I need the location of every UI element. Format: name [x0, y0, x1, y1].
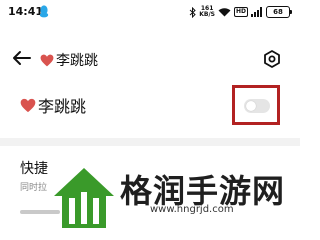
page-title-text: 李跳跳: [56, 53, 98, 69]
heart-icon: [20, 98, 36, 112]
contact-name-text: 李跳跳: [38, 97, 87, 116]
wifi-icon: [218, 8, 231, 17]
toggle-knob: [246, 101, 256, 111]
bluetooth-icon: [189, 6, 196, 18]
page-title: 李跳跳: [40, 50, 98, 70]
signal-icon: [251, 7, 262, 17]
shortcut-section-title: 快捷: [20, 161, 48, 177]
heart-icon: [40, 54, 54, 66]
gear-icon[interactable]: [262, 49, 282, 69]
highlight-annotation: [232, 85, 280, 125]
shortcut-section-subtitle: 同时拉: [20, 183, 48, 193]
watermark-logo-icon: [54, 168, 114, 228]
watermark-url: www.hngrjd.com: [150, 204, 234, 215]
network-speed: 161 KB/S: [199, 6, 215, 18]
status-icons: 161 KB/S HD 68: [189, 5, 292, 19]
section-divider: [0, 138, 300, 146]
contact-name: 李跳跳: [20, 93, 86, 117]
qq-icon: [39, 5, 49, 18]
hd-badge: HD: [233, 7, 248, 17]
app-header: 李跳跳: [0, 40, 300, 76]
contact-row: 李跳跳: [0, 85, 300, 131]
battery-level: 68: [273, 8, 283, 16]
battery-icon: 68: [266, 6, 292, 18]
arrow-left-icon[interactable]: [10, 46, 34, 70]
status-time: 14:41: [8, 5, 44, 18]
enable-toggle[interactable]: [244, 99, 270, 113]
network-speed-unit: KB/S: [199, 11, 215, 18]
status-bar: 14:41 161 KB/S HD 68: [0, 0, 300, 26]
